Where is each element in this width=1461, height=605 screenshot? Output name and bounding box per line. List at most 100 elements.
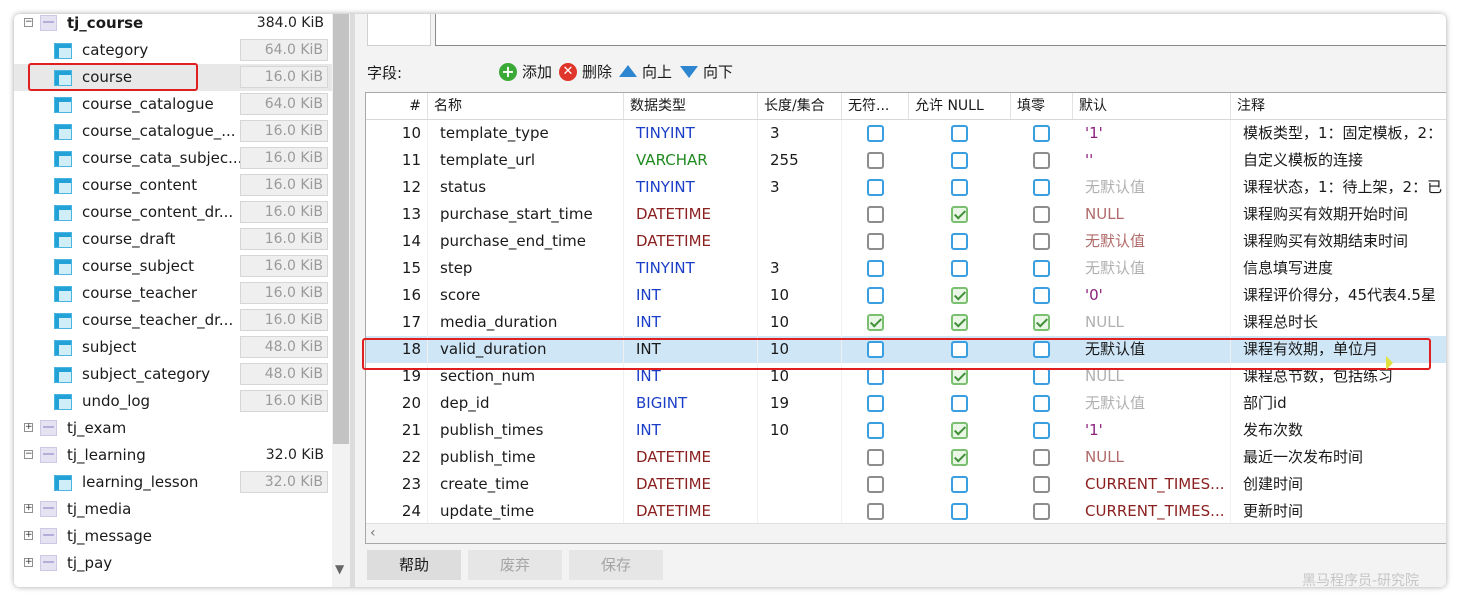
field-name-cell[interactable]: publish_times (428, 417, 624, 444)
tree-table-item[interactable]: course_teacher_dr... 16.0 KiB (14, 307, 334, 334)
discard-button[interactable]: 废弃 (468, 550, 562, 580)
table-row[interactable]: 20 dep_id BIGINT 19 无默认值 部门id (366, 390, 1446, 417)
data-type-cell[interactable]: TINYINT (624, 174, 758, 201)
data-type-cell[interactable]: DATETIME (624, 498, 758, 525)
comment-cell[interactable]: 创建时间 (1231, 471, 1446, 498)
default-cell[interactable]: NULL (1073, 309, 1231, 336)
table-row[interactable]: 24 update_time DATETIME CURRENT_TIMES... 更新时… (366, 498, 1446, 525)
nullable-checkbox[interactable] (951, 260, 968, 277)
comment-cell[interactable]: 信息填写进度 (1231, 255, 1446, 282)
expand-icon[interactable]: + (24, 423, 33, 432)
unsigned-checkbox[interactable] (867, 422, 884, 439)
nullable-checkbox[interactable] (951, 503, 968, 520)
horizontal-scrollbar[interactable]: ‹ (366, 523, 1446, 543)
data-type-cell[interactable]: TINYINT (624, 255, 758, 282)
unsigned-checkbox[interactable] (867, 206, 884, 223)
zerofill-checkbox[interactable] (1033, 287, 1050, 304)
default-cell[interactable]: NULL (1073, 444, 1231, 471)
field-name-cell[interactable]: purchase_start_time (428, 201, 624, 228)
column-header[interactable]: 名称 (428, 93, 624, 119)
unsigned-checkbox[interactable] (867, 125, 884, 142)
expand-icon[interactable]: + (24, 558, 33, 567)
data-type-cell[interactable]: INT (624, 417, 758, 444)
default-cell[interactable]: '0' (1073, 282, 1231, 309)
table-row[interactable]: 13 purchase_start_time DATETIME NULL 课程购买有效期… (366, 201, 1446, 228)
length-cell[interactable]: 10 (758, 309, 842, 336)
table-row[interactable]: 14 purchase_end_time DATETIME 无默认值 课程购买有效期结束… (366, 228, 1446, 255)
nullable-checkbox[interactable] (951, 314, 968, 331)
comment-cell[interactable]: 课程评价得分，45代表4.5星 (1231, 282, 1446, 309)
nullable-checkbox[interactable] (951, 233, 968, 250)
default-cell[interactable]: 无默认值 (1073, 390, 1231, 417)
tree-database-item[interactable]: + tj_message (14, 523, 334, 550)
field-name-cell[interactable]: create_time (428, 471, 624, 498)
default-cell[interactable]: 无默认值 (1073, 255, 1231, 282)
data-type-cell[interactable]: DATETIME (624, 471, 758, 498)
column-header[interactable]: 无符... (842, 93, 909, 119)
nullable-checkbox[interactable] (951, 368, 968, 385)
data-type-cell[interactable]: BIGINT (624, 390, 758, 417)
length-cell[interactable]: 19 (758, 390, 842, 417)
field-name-cell[interactable]: status (428, 174, 624, 201)
field-name-cell[interactable]: media_duration (428, 309, 624, 336)
default-cell[interactable]: '' (1073, 147, 1231, 174)
unsigned-checkbox[interactable] (867, 476, 884, 493)
tree-table-item[interactable]: course_draft 16.0 KiB (14, 226, 334, 253)
field-name-cell[interactable]: template_url (428, 147, 624, 174)
default-cell[interactable]: 无默认值 (1073, 228, 1231, 255)
collapse-icon[interactable]: − (24, 450, 33, 459)
unsigned-checkbox[interactable] (867, 260, 884, 277)
scroll-left-icon[interactable]: ‹ (370, 525, 376, 541)
comment-cell[interactable]: 部门id (1231, 390, 1446, 417)
length-cell[interactable]: 3 (758, 255, 842, 282)
help-button[interactable]: 帮助 (367, 550, 461, 580)
data-type-cell[interactable]: INT (624, 282, 758, 309)
comment-cell[interactable]: 课程购买有效期开始时间 (1231, 201, 1446, 228)
tree-database-item[interactable]: − tj_learning 32.0 KiB (14, 442, 334, 469)
field-name-cell[interactable]: score (428, 282, 624, 309)
table-row[interactable]: 17 media_duration INT 10 NULL 课程总时长 (366, 309, 1446, 336)
data-type-cell[interactable]: TINYINT (624, 120, 758, 147)
tree-table-item[interactable]: course_cata_subjec... 16.0 KiB (14, 145, 334, 172)
expand-icon[interactable]: + (24, 504, 33, 513)
length-cell[interactable] (758, 471, 842, 498)
zerofill-checkbox[interactable] (1033, 476, 1050, 493)
default-cell[interactable]: '1' (1073, 417, 1231, 444)
default-cell[interactable]: '1' (1073, 120, 1231, 147)
zerofill-checkbox[interactable] (1033, 368, 1050, 385)
unsigned-checkbox[interactable] (867, 152, 884, 169)
nullable-checkbox[interactable] (951, 206, 968, 223)
unsigned-checkbox[interactable] (867, 233, 884, 250)
move-up-button[interactable]: 向上 (619, 62, 689, 82)
column-header[interactable]: # (366, 93, 428, 119)
comment-cell[interactable]: 自定义模板的连接 (1231, 147, 1446, 174)
length-cell[interactable]: 255 (758, 147, 842, 174)
length-cell[interactable]: 10 (758, 282, 842, 309)
expand-icon[interactable]: + (24, 531, 33, 540)
tree-table-item[interactable]: course_catalogue_... 16.0 KiB (14, 118, 334, 145)
tree-database-item[interactable]: + tj_exam (14, 415, 334, 442)
zerofill-checkbox[interactable] (1033, 233, 1050, 250)
data-type-cell[interactable]: DATETIME (624, 228, 758, 255)
tree-database-item[interactable]: + tj_pay (14, 550, 334, 577)
table-row[interactable]: 23 create_time DATETIME CURRENT_TIMES... 创建时… (366, 471, 1446, 498)
nullable-checkbox[interactable] (951, 287, 968, 304)
tree-table-item[interactable]: course_content_dr... 16.0 KiB (14, 199, 334, 226)
zerofill-checkbox[interactable] (1033, 152, 1050, 169)
collapse-icon[interactable]: − (24, 18, 33, 27)
comment-cell[interactable]: 更新时间 (1231, 498, 1446, 525)
table-comment-input[interactable] (435, 14, 1446, 46)
scroll-down-icon[interactable]: ▼ (335, 562, 344, 576)
table-row[interactable]: 15 step TINYINT 3 无默认值 信息填写进度 (366, 255, 1446, 282)
tree-table-item[interactable]: course_catalogue 64.0 KiB (14, 91, 334, 118)
default-cell[interactable]: 无默认值 (1073, 174, 1231, 201)
column-header[interactable]: 填零 (1011, 93, 1073, 119)
nullable-checkbox[interactable] (951, 152, 968, 169)
nullable-checkbox[interactable] (951, 449, 968, 466)
tree-database-item[interactable]: + tj_media (14, 496, 334, 523)
zerofill-checkbox[interactable] (1033, 449, 1050, 466)
zerofill-checkbox[interactable] (1033, 179, 1050, 196)
data-type-cell[interactable]: INT (624, 309, 758, 336)
data-type-cell[interactable]: DATETIME (624, 444, 758, 471)
data-type-cell[interactable]: VARCHAR (624, 147, 758, 174)
